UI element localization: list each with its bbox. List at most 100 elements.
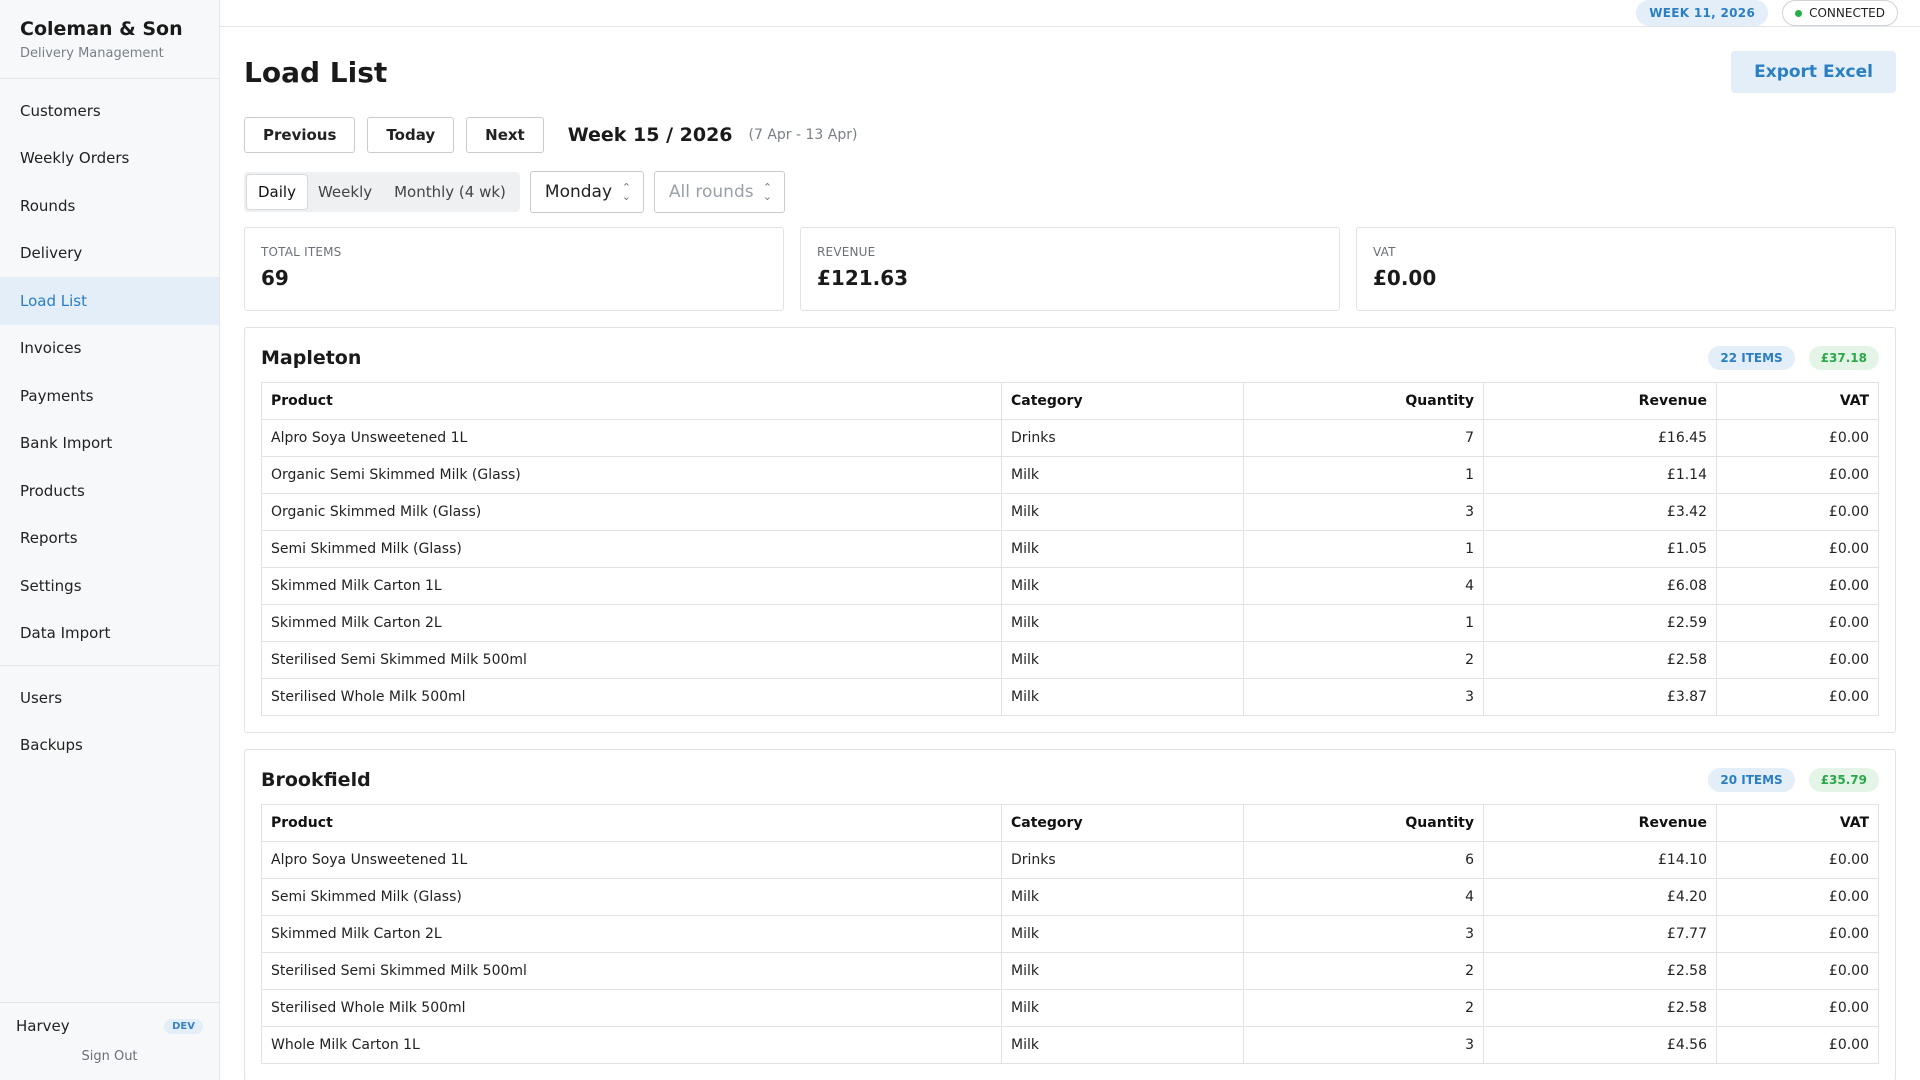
cell-quantity: 2 — [1243, 641, 1484, 679]
sidebar-item-users[interactable]: Users — [0, 674, 219, 722]
sign-out-link[interactable]: Sign Out — [16, 1049, 203, 1064]
cell-revenue: £16.45 — [1483, 419, 1717, 457]
day-select[interactable]: Monday ⌃ ⌄ — [529, 171, 644, 213]
column-header-product: Product — [261, 804, 1002, 842]
status-dot-icon — [1795, 9, 1803, 17]
cell-quantity: 4 — [1243, 567, 1484, 605]
cell-quantity: 4 — [1243, 878, 1484, 916]
cell-product: Sterilised Whole Milk 500ml — [261, 989, 1002, 1027]
cell-category: Milk — [1001, 952, 1244, 990]
sidebar-item-weekly-orders[interactable]: Weekly Orders — [0, 135, 219, 183]
cell-category: Milk — [1001, 567, 1244, 605]
stat-label: TOTAL ITEMS — [261, 245, 342, 259]
column-header-revenue: Revenue — [1483, 382, 1717, 420]
cell-revenue: £4.56 — [1483, 1026, 1717, 1064]
sidebar-footer: Harvey DEV Sign Out — [0, 1002, 219, 1080]
today-button[interactable]: Today — [367, 117, 455, 153]
stat-card: VAT £0.00 — [1356, 227, 1896, 311]
round-section: Brookfield 20 ITEMS £35.79 Product Category Q… — [244, 749, 1896, 1080]
connection-status-badge: CONNECTED — [1782, 0, 1898, 26]
table-row: Skimmed Milk Carton 1L Milk 4 £6.08 £0.00 — [261, 567, 1879, 605]
round-header: Mapleton 22 ITEMS £37.18 — [261, 346, 1879, 370]
sidebar-item-payments[interactable]: Payments — [0, 372, 219, 420]
content: Load List Export Excel Previous Today Ne… — [220, 27, 1920, 1080]
cell-quantity: 1 — [1243, 530, 1484, 568]
chevron-up-down-icon: ⌃ ⌄ — [762, 181, 772, 203]
summary-stats: TOTAL ITEMS 69 REVENUE £121.63 VAT £0.00 — [244, 227, 1896, 311]
sidebar-item-customers[interactable]: Customers — [0, 87, 219, 135]
sidebar-admin-nav: Users Backups — [0, 674, 219, 769]
connection-status-label: CONNECTED — [1809, 6, 1885, 20]
export-excel-button[interactable]: Export Excel — [1731, 51, 1896, 93]
cell-quantity: 3 — [1243, 678, 1484, 716]
brand-subtitle: Delivery Management — [20, 46, 164, 61]
cell-product: Skimmed Milk Carton 1L — [261, 567, 1002, 605]
cell-vat: £0.00 — [1716, 915, 1879, 953]
previous-button[interactable]: Previous — [244, 117, 356, 153]
column-header-quantity: Quantity — [1243, 382, 1484, 420]
sidebar-item-products[interactable]: Products — [0, 467, 219, 515]
page-title: Load List — [244, 55, 388, 89]
cell-vat: £0.00 — [1716, 841, 1879, 879]
topbar: WEEK 11, 2026 CONNECTED — [220, 0, 1920, 27]
table-row: Sterilised Semi Skimmed Milk 500ml Milk 2 £… — [261, 641, 1879, 679]
sidebar-item-rounds[interactable]: Rounds — [0, 182, 219, 230]
round-badges: 20 ITEMS £35.79 — [1708, 768, 1879, 792]
cell-product: Sterilised Whole Milk 500ml — [261, 678, 1002, 716]
cell-category: Milk — [1001, 678, 1244, 716]
cell-vat: £0.00 — [1716, 989, 1879, 1027]
column-header-vat: VAT — [1716, 382, 1879, 420]
sidebar-item-reports[interactable]: Reports — [0, 515, 219, 563]
cell-vat: £0.00 — [1716, 456, 1879, 494]
cell-quantity: 3 — [1243, 915, 1484, 953]
cell-category: Drinks — [1001, 841, 1244, 879]
cell-revenue: £2.58 — [1483, 989, 1717, 1027]
sidebar: Coleman & Son Delivery Management Custom… — [0, 0, 220, 1080]
table-row: Alpro Soya Unsweetened 1L Drinks 7 £16.45 £0… — [261, 419, 1879, 457]
column-header-category: Category — [1001, 804, 1244, 842]
cell-revenue: £3.42 — [1483, 493, 1717, 531]
column-header-vat: VAT — [1716, 804, 1879, 842]
table-row: Semi Skimmed Milk (Glass) Milk 4 £4.20 £0.00 — [261, 878, 1879, 916]
round-sections: Mapleton 22 ITEMS £37.18 Product Category Qua… — [244, 327, 1896, 1080]
user-name: Harvey — [16, 1017, 70, 1035]
mode-tab-monthly-4-wk[interactable]: Monthly (4 wk) — [383, 175, 517, 209]
brand-title: Coleman & Son — [20, 18, 183, 40]
cell-quantity: 1 — [1243, 456, 1484, 494]
env-badge: DEV — [164, 1018, 203, 1034]
cell-category: Milk — [1001, 1026, 1244, 1064]
stat-value: £0.00 — [1373, 266, 1437, 290]
column-header-product: Product — [261, 382, 1002, 420]
cell-vat: £0.00 — [1716, 641, 1879, 679]
sidebar-item-data-import[interactable]: Data Import — [0, 610, 219, 658]
load-table: Product Category Quantity Revenue VAT Alpro S… — [261, 804, 1879, 1064]
cell-category: Milk — [1001, 641, 1244, 679]
cell-revenue: £6.08 — [1483, 567, 1717, 605]
table-row: Whole Milk Carton 1L Milk 3 £4.56 £0.00 — [261, 1026, 1879, 1064]
cell-vat: £0.00 — [1716, 493, 1879, 531]
mode-tab-daily[interactable]: Daily — [247, 175, 307, 209]
cell-vat: £0.00 — [1716, 1026, 1879, 1064]
round-select[interactable]: All rounds ⌃ ⌄ — [653, 171, 785, 213]
sidebar-item-load-list[interactable]: Load List — [0, 277, 219, 325]
cell-product: Semi Skimmed Milk (Glass) — [261, 530, 1002, 568]
stat-value: 69 — [261, 266, 289, 290]
sidebar-item-bank-import[interactable]: Bank Import — [0, 420, 219, 468]
cell-revenue: £2.59 — [1483, 604, 1717, 642]
cell-product: Skimmed Milk Carton 2L — [261, 915, 1002, 953]
sidebar-item-backups[interactable]: Backups — [0, 722, 219, 770]
cell-product: Skimmed Milk Carton 2L — [261, 604, 1002, 642]
sidebar-nav: Customers Weekly Orders Rounds Delivery Load… — [0, 79, 219, 657]
cell-vat: £0.00 — [1716, 604, 1879, 642]
sidebar-item-invoices[interactable]: Invoices — [0, 325, 219, 373]
next-button[interactable]: Next — [466, 117, 544, 153]
chevron-up-down-icon: ⌃ ⌄ — [621, 181, 631, 203]
view-mode-toggle: Daily Weekly Monthly (4 wk) — [244, 172, 520, 212]
sidebar-item-settings[interactable]: Settings — [0, 562, 219, 610]
mode-tab-weekly[interactable]: Weekly — [307, 175, 383, 209]
current-week-badge: WEEK 11, 2026 — [1636, 0, 1769, 26]
table-header-row: Product Category Quantity Revenue VAT — [261, 804, 1879, 842]
week-navigation: Previous Today Next Week 15 / 2026 (7 Ap… — [244, 117, 1896, 153]
items-count-badge: 22 ITEMS — [1708, 346, 1795, 370]
sidebar-item-delivery[interactable]: Delivery — [0, 230, 219, 278]
